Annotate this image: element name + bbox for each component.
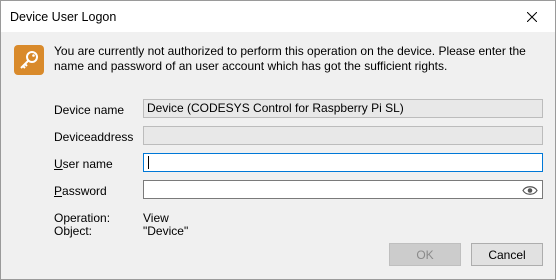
operation-value: View [143, 211, 169, 225]
user-name-label: User name [54, 157, 113, 171]
user-name-input[interactable] [143, 153, 543, 172]
object-label: Object: [54, 224, 93, 238]
operation-label: Operation: [54, 211, 111, 225]
ok-button[interactable]: OK [389, 243, 461, 266]
device-user-logon-dialog: Device User Logon You are currently not … [0, 0, 556, 280]
object-value: "Device" [143, 224, 189, 238]
window-title: Device User Logon [10, 10, 117, 24]
eye-icon[interactable] [522, 184, 538, 201]
text-caret [148, 156, 149, 169]
cancel-button[interactable]: Cancel [471, 243, 543, 266]
device-address-label: Deviceaddress [54, 130, 134, 144]
device-address-field [143, 126, 543, 145]
close-button[interactable] [509, 1, 555, 32]
title-bar: Device User Logon [1, 1, 555, 32]
device-name-label: Device name [54, 103, 125, 117]
password-input[interactable] [143, 180, 543, 199]
device-name-field: Device (CODESYS Control for Raspberry Pi… [143, 99, 543, 118]
password-label: Password [54, 184, 107, 198]
close-icon [527, 11, 537, 22]
key-icon [14, 45, 44, 75]
dialog-content: You are currently not authorized to perf… [1, 32, 555, 279]
authorization-message: You are currently not authorized to perf… [54, 44, 526, 73]
